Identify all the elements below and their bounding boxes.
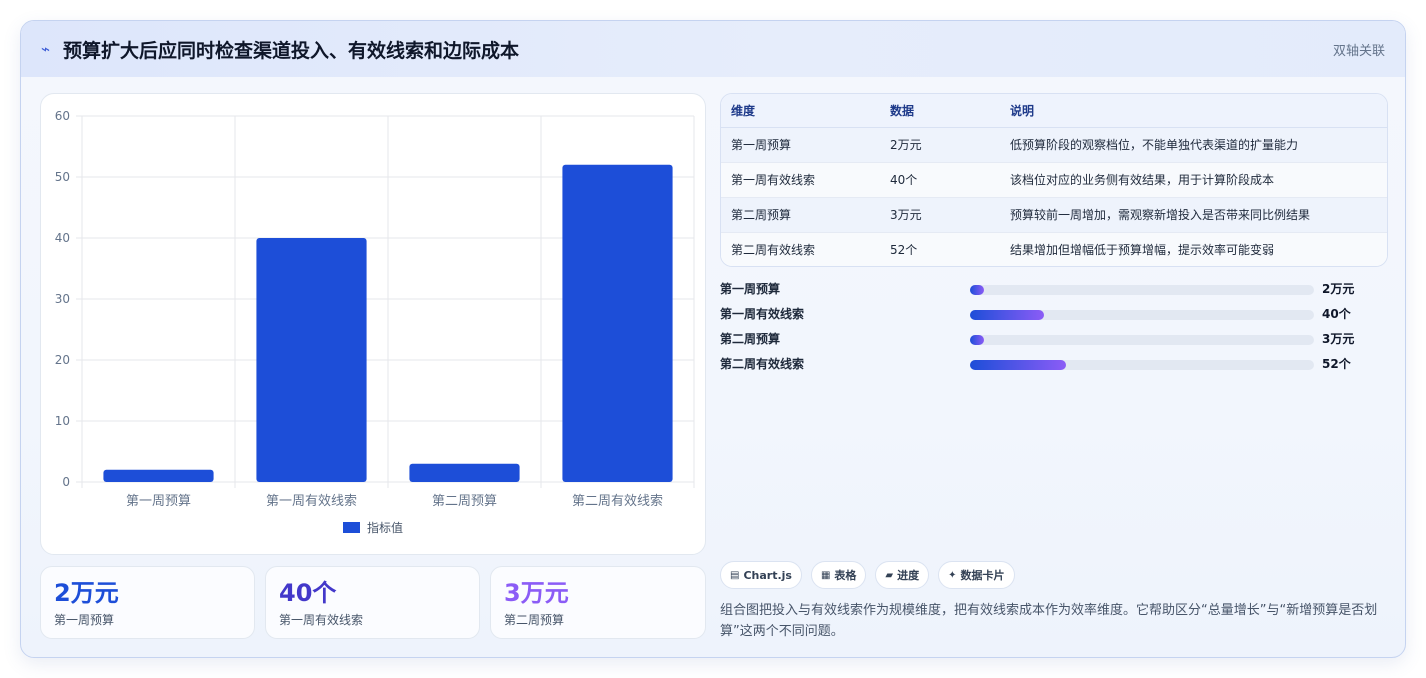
progress-track — [970, 335, 1314, 345]
table-cell: 低预算阶段的观察档位，不能单独代表渠道的扩量能力 — [1000, 127, 1387, 163]
x-tick-label: 第二周预算 — [432, 494, 497, 509]
table-header-row: 维度 数据 说明 — [721, 94, 1387, 128]
card-icon: ✦ — [948, 569, 957, 581]
chip-progress[interactable]: ▰ 进度 — [875, 561, 930, 589]
y-tick-label: 10 — [55, 414, 70, 428]
sparkle-icon: ⌁ — [41, 40, 51, 58]
bar — [256, 238, 367, 482]
progress-value: 52个 — [1322, 357, 1351, 371]
progress-label: 第二周有效线索 — [720, 357, 805, 371]
main-card: ⌁ 预算扩大后应同时检查渠道投入、有效线索和边际成本 双轴关联 0 10 20 30 4… — [20, 20, 1406, 658]
card-header: ⌁ 预算扩大后应同时检查渠道投入、有效线索和边际成本 双轴关联 — [21, 21, 1405, 77]
column-header: 说明 — [1000, 94, 1387, 128]
progress-fill — [970, 360, 1067, 370]
progress-track — [970, 310, 1314, 320]
progress-row: 第二周有效线索 52个 — [720, 352, 1388, 377]
table-row: 第二周预算 3万元 预算较前一周增加，需观察新增投入是否带来同比例结果 — [721, 197, 1387, 233]
y-tick-label: 50 — [55, 170, 70, 184]
bar-chart: 0 10 20 30 40 50 60 第一周预算 第一周有效线索 第二周预算 第二周有效线索指标值 — [55, 109, 695, 535]
progress-label: 第二周预算 — [720, 332, 781, 346]
progress-value: 2万元 — [1322, 282, 1355, 296]
stat-label: 第一周预算 — [54, 613, 115, 627]
table-cell: 预算较前一周增加，需观察新增投入是否带来同比例结果 — [1000, 197, 1387, 233]
y-tick-label: 0 — [62, 475, 70, 489]
progress-track — [970, 285, 1314, 295]
table-cell: 第一周有效线索 — [721, 162, 880, 198]
progress-value: 3万元 — [1322, 332, 1355, 346]
table-cell: 第一周预算 — [721, 127, 880, 163]
table-icon: ▦ — [820, 569, 831, 581]
tag-chips: ▤ Chart.js ▦ 表格 ▰ 进度 ✦ 数据卡片 — [720, 561, 1015, 589]
stat-card-week2-budget: 3万元 第二周预算 — [490, 566, 706, 639]
progress-label: 第一周有效线索 — [720, 307, 805, 321]
table-cell: 第二周有效线索 — [721, 232, 880, 266]
chip-label: 数据卡片 — [960, 569, 1005, 582]
column-header: 数据 — [880, 94, 1000, 128]
x-tick-label: 第二周有效线索 — [572, 494, 663, 509]
dual-axis-tag: 双轴关联 — [1332, 43, 1385, 59]
y-tick-label: 20 — [55, 353, 70, 367]
progress-row: 第二周预算 3万元 — [720, 327, 1388, 352]
legend-label: 指标值 — [367, 520, 403, 535]
table-cell: 该档位对应的业务侧有效结果，用于计算阶段成本 — [1000, 162, 1387, 198]
table-row: 第一周有效线索 40个 该档位对应的业务侧有效结果，用于计算阶段成本 — [721, 162, 1387, 198]
stat-label: 第一周有效线索 — [279, 613, 364, 627]
progress-icon: ▰ — [885, 569, 894, 581]
chip-table[interactable]: ▦ 表格 — [810, 561, 867, 589]
stat-card-week1-leads: 40个 第一周有效线索 — [265, 566, 480, 639]
progress-fill — [970, 285, 984, 295]
table-cell: 40个 — [880, 162, 1000, 198]
chip-data-card[interactable]: ✦ 数据卡片 — [938, 561, 1015, 589]
chip-chartjs[interactable]: ▤ Chart.js — [720, 561, 802, 589]
chart-icon: ▤ — [730, 569, 740, 581]
progress-track — [970, 360, 1314, 370]
progress-value: 40个 — [1322, 307, 1351, 321]
table-row: 第一周预算 2万元 低预算阶段的观察档位，不能单独代表渠道的扩量能力 — [721, 127, 1387, 163]
x-tick-label: 第一周有效线索 — [266, 494, 357, 509]
table-cell: 52个 — [880, 232, 1000, 266]
card-title: 预算扩大后应同时检查渠道投入、有效线索和边际成本 — [63, 39, 520, 62]
y-tick-label: 30 — [55, 292, 70, 306]
column-header: 维度 — [721, 94, 880, 128]
progress-fill — [970, 310, 1044, 320]
table-cell: 2万元 — [880, 127, 1000, 163]
progress-row: 第一周预算 2万元 — [720, 277, 1388, 302]
description-text: 组合图把投入与有效线索作为规模维度，把有效线索成本作为效率维度。它帮助区分“总量… — [720, 603, 1378, 639]
progress-row: 第一周有效线索 40个 — [720, 302, 1388, 327]
progress-list: 第一周预算 2万元 第一周有效线索 40个 第二周预算 3万元 第二周有效线索 … — [720, 277, 1388, 377]
stat-card-week1-budget: 2万元 第一周预算 — [40, 566, 255, 639]
bar — [562, 164, 673, 483]
stat-label: 第二周预算 — [504, 613, 565, 627]
table-cell: 第二周预算 — [721, 197, 880, 233]
y-tick-label: 40 — [55, 231, 70, 245]
data-table: 维度 数据 说明 第一周预算 2万元 低预算阶段的观察档位，不能单独代表渠道的扩… — [720, 93, 1388, 267]
stat-value: 3万元 — [504, 579, 569, 607]
stat-value: 2万元 — [54, 579, 119, 607]
bar-chart-panel: 0 10 20 30 40 50 60 第一周预算 第一周有效线索 第二周预算 第二周有效线索指标值 — [40, 93, 706, 555]
x-tick-label: 第一周预算 — [126, 494, 191, 509]
y-tick-label: 60 — [55, 109, 70, 123]
bar — [409, 463, 520, 482]
stat-value: 40个 — [279, 579, 337, 607]
legend-swatch — [343, 522, 360, 533]
table-cell: 3万元 — [880, 197, 1000, 233]
chip-label: 表格 — [834, 569, 857, 582]
progress-label: 第一周预算 — [720, 282, 781, 296]
table-row: 第二周有效线索 52个 结果增加但增幅低于预算增幅，提示效率可能变弱 — [721, 232, 1387, 266]
bar — [103, 469, 214, 482]
table-cell: 结果增加但增幅低于预算增幅，提示效率可能变弱 — [1000, 232, 1387, 266]
progress-fill — [970, 335, 984, 345]
chip-label: 进度 — [897, 569, 920, 582]
chip-label: Chart.js — [743, 568, 792, 582]
